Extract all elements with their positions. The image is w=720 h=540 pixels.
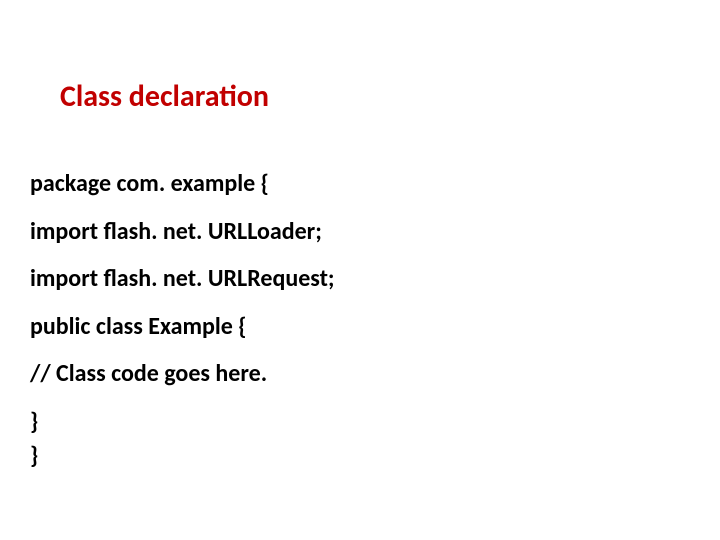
slide: Class declaration package com. example {…	[0, 0, 720, 540]
code-line-class-decl: public class Example {	[30, 313, 680, 341]
slide-body: package com. example { import flash. net…	[30, 170, 680, 475]
code-line-import-urlloader: import flash. net. URLLoader;	[30, 218, 680, 246]
code-line-package: package com. example {	[30, 170, 680, 198]
slide-title: Class declaration	[60, 78, 269, 115]
code-line-comment: // Class code goes here.	[30, 360, 680, 388]
code-line-close-brace-2: }	[30, 442, 680, 470]
code-line-close-brace-1: }	[30, 408, 680, 436]
code-line-import-urlrequest: import flash. net. URLRequest;	[30, 265, 680, 293]
